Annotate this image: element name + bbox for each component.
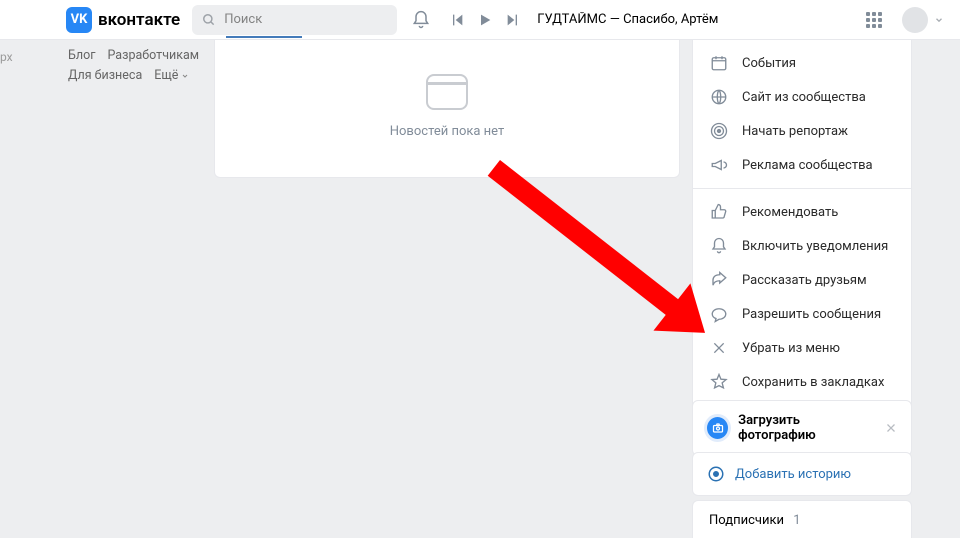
skip-back-icon [449,12,465,28]
nav-developers[interactable]: Разработчикам [107,46,199,66]
add-story-card[interactable]: Добавить историю [692,452,912,496]
sidebar-item-label: Убрать из меню [742,341,840,356]
x-icon [709,338,729,358]
sidebar-item-messages[interactable]: Разрешить сообщения [693,297,911,331]
scroll-hint: рх [0,50,13,64]
close-button[interactable] [885,422,897,434]
empty-feed-text: Новостей пока нет [390,124,505,139]
skip-forward-icon [505,12,521,28]
logo-badge-icon: VK [66,7,92,33]
divider [693,188,911,189]
subscribers-panel[interactable]: Подписчики 1 [692,500,912,538]
bell-icon [411,10,431,30]
sidebar-item-label: Сохранить в закладках [742,375,884,390]
sidebar-item-label: Начать репортаж [742,124,848,139]
sidebar-item-remove-menu[interactable]: Убрать из меню [693,331,911,365]
notifications-button[interactable] [407,6,435,34]
chevron-down-icon [181,72,189,80]
next-track-button[interactable] [499,6,527,34]
nav-blog[interactable]: Блог [68,46,95,66]
upload-photo-label: Загрузить фотографию [738,413,875,443]
play-button[interactable] [471,6,499,34]
camera-icon [707,417,728,439]
sidebar-item-site[interactable]: Сайт из сообщества [693,80,911,114]
sidebar-item-share[interactable]: Рассказать друзьям [693,263,911,297]
subscribers-label: Подписчики [709,513,784,528]
sidebar-item-ads[interactable]: Реклама сообщества [693,148,911,182]
community-actions-panel: События Сайт из сообщества Начать репорт… [692,40,912,444]
nav-business[interactable]: Для бизнеса [68,66,142,86]
sidebar-item-label: Сайт из сообщества [742,90,866,105]
megaphone-icon [709,155,729,175]
subscribers-count: 1 [793,513,800,528]
sidebar-item-recommend[interactable]: Рекомендовать [693,195,911,229]
apps-grid-icon[interactable] [866,12,882,28]
sidebar-item-events[interactable]: События [693,46,911,80]
sidebar-item-label: Рекомендовать [742,205,838,220]
play-icon [477,12,493,28]
search-icon [202,13,216,27]
broadcast-icon [709,121,729,141]
share-icon [709,270,729,290]
logo-text: вконтакте [98,10,180,30]
story-icon [707,465,725,483]
search-input[interactable]: Поиск [192,5,397,35]
search-placeholder: Поиск [224,12,262,27]
upload-photo-card[interactable]: Загрузить фотографию [692,400,912,456]
bell-icon [709,236,729,256]
sidebar-item-label: Включить уведомления [742,239,888,254]
add-story-label: Добавить историю [735,467,851,482]
avatar [902,7,928,33]
sidebar-item-label: Рассказать друзьям [742,273,867,288]
globe-icon [709,87,729,107]
profile-menu[interactable] [902,7,944,33]
logo[interactable]: VK вконтакте [66,7,180,33]
prev-track-button[interactable] [443,6,471,34]
empty-feed-icon [426,74,468,110]
sidebar-item-broadcast[interactable]: Начать репортаж [693,114,911,148]
sidebar-item-label: События [742,56,796,71]
close-icon [885,422,897,434]
calendar-icon [709,53,729,73]
sidebar-item-bookmark[interactable]: Сохранить в закладках [693,365,911,399]
sidebar-item-label: Реклама сообщества [742,158,873,173]
sidebar-item-notifications[interactable]: Включить уведомления [693,229,911,263]
active-tab-underline [226,36,302,38]
nav-more[interactable]: Ещё [154,66,189,86]
thumbs-up-icon [709,202,729,222]
now-playing-track[interactable]: ГУДТАЙМС — Спасибо, Артём [537,12,718,27]
footer-nav: Блог Разработчикам Для бизнеса Ещё [68,46,199,86]
sidebar-item-label: Разрешить сообщения [742,307,881,322]
feed-panel: Новостей пока нет [214,40,680,178]
pointer-arrow [488,160,683,319]
star-icon [709,372,729,392]
chevron-down-icon [934,15,944,25]
top-bar: VK вконтакте Поиск ГУДТАЙМС — Спасибо, А… [0,0,960,40]
